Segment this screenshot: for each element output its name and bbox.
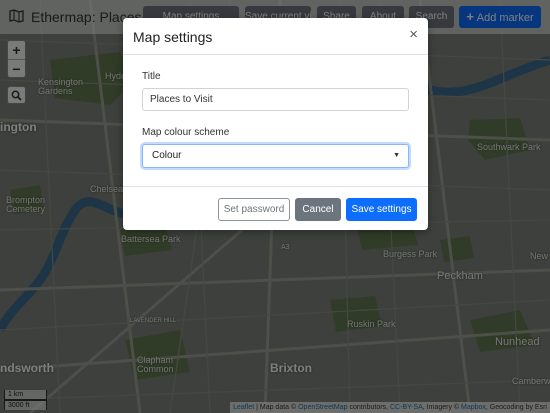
save-settings-button[interactable]: Save settings <box>346 198 417 221</box>
app-window: Kensington Gardens Hyde ington Chelsea B… <box>0 0 550 413</box>
set-password-button[interactable]: Set password <box>218 198 290 221</box>
colour-scheme-select[interactable]: Colour ▼ <box>142 144 409 168</box>
close-icon[interactable]: × <box>409 27 418 42</box>
dialog-header: Map settings × <box>123 18 428 55</box>
dialog-title: Map settings <box>133 29 213 45</box>
colour-scheme-value: Colour <box>152 150 182 161</box>
dropdown-arrow-icon: ▼ <box>393 152 400 159</box>
title-input[interactable]: Places to Visit <box>142 88 409 111</box>
cancel-button[interactable]: Cancel <box>295 198 341 221</box>
colour-scheme-label: Map colour scheme <box>142 127 230 138</box>
dialog-body: Title Places to Visit Map colour scheme … <box>123 55 428 187</box>
map-settings-dialog: Map settings × Title Places to Visit Map… <box>123 18 428 230</box>
title-field-label: Title <box>142 71 161 82</box>
